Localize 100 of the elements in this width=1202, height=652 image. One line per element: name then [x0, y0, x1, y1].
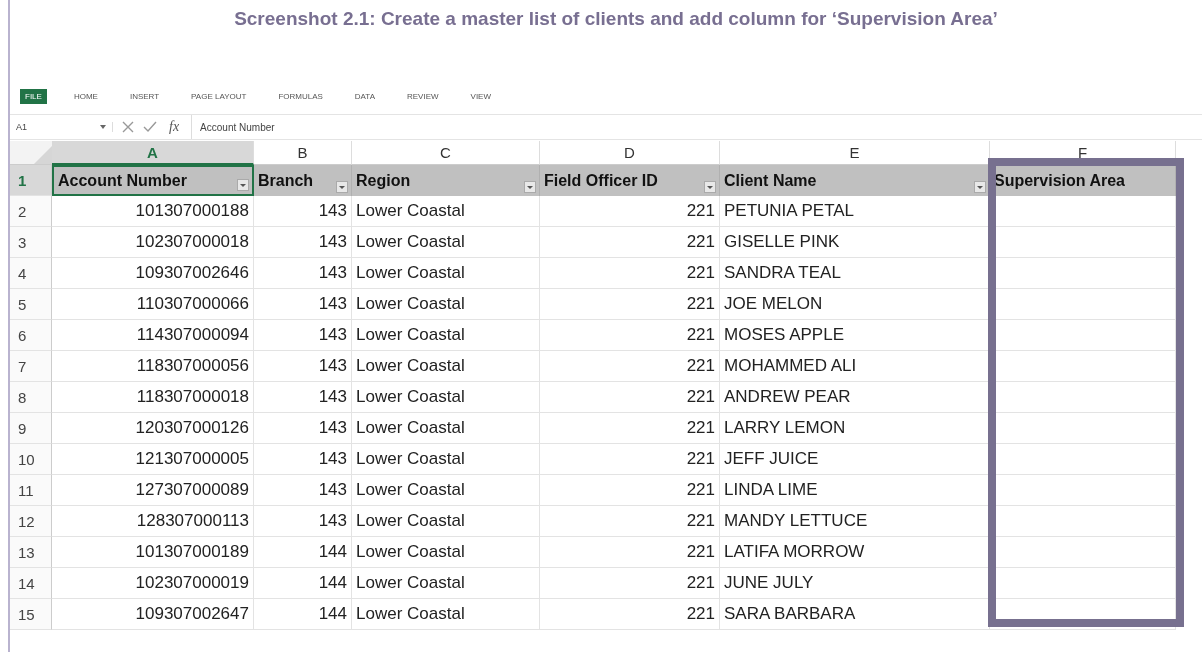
header-cell[interactable]: Region — [352, 165, 540, 196]
table-cell: 102307000018 — [52, 227, 254, 258]
ribbon-tab[interactable]: HOME — [68, 88, 103, 104]
table-cell: 118307000056 — [52, 351, 254, 382]
table-cell: Lower Coastal — [352, 599, 540, 630]
ribbon-tab[interactable]: FILE — [20, 88, 47, 104]
filter-dropdown-icon[interactable] — [974, 181, 986, 193]
table-cell: LINDA LIME — [720, 475, 990, 506]
table-cell: 144 — [254, 599, 352, 630]
cancel-icon[interactable] — [121, 120, 135, 134]
ribbon-tab[interactable]: INSERT — [124, 88, 165, 104]
table-cell: 143 — [254, 382, 352, 413]
table-cell: GISELLE PINK — [720, 227, 990, 258]
row-number[interactable]: 6 — [10, 320, 52, 351]
table-cell: Lower Coastal — [352, 382, 540, 413]
table-cell: 143 — [254, 289, 352, 320]
table-cell: Lower Coastal — [352, 475, 540, 506]
header-label: Region — [356, 171, 411, 190]
ribbon-tab[interactable]: VIEW — [465, 88, 496, 104]
column-header[interactable]: C — [352, 141, 540, 165]
row-number[interactable]: 15 — [10, 599, 52, 630]
table-cell: Lower Coastal — [352, 444, 540, 475]
table-cell: 102307000019 — [52, 568, 254, 599]
formula-input[interactable]: Account Number — [191, 115, 1202, 139]
row-number[interactable]: 13 — [10, 537, 52, 568]
table-cell: 221 — [540, 320, 720, 351]
filter-dropdown-icon[interactable] — [704, 181, 716, 193]
table-cell: Lower Coastal — [352, 289, 540, 320]
ribbon-tab[interactable]: REVIEW — [402, 88, 444, 104]
checkmark-icon[interactable] — [143, 120, 157, 134]
header-cell[interactable]: Field Officer ID — [540, 165, 720, 196]
table-cell: 118307000018 — [52, 382, 254, 413]
table-cell: 110307000066 — [52, 289, 254, 320]
column-header[interactable]: D — [540, 141, 720, 165]
table-cell: 144 — [254, 568, 352, 599]
table-cell: 127307000089 — [52, 475, 254, 506]
row-number[interactable]: 2 — [10, 196, 52, 227]
table-cell: Lower Coastal — [352, 568, 540, 599]
header-cell[interactable]: Account Number — [52, 165, 254, 196]
table-cell: 221 — [540, 568, 720, 599]
table-cell: JUNE JULY — [720, 568, 990, 599]
table-cell: 221 — [540, 506, 720, 537]
row-number[interactable]: 12 — [10, 506, 52, 537]
table-cell: JEFF JUICE — [720, 444, 990, 475]
table-cell: 144 — [254, 537, 352, 568]
table-cell: LATIFA MORROW — [720, 537, 990, 568]
row-number[interactable]: 10 — [10, 444, 52, 475]
row-number[interactable]: 3 — [10, 227, 52, 258]
table-cell: 143 — [254, 475, 352, 506]
column-header[interactable]: A — [52, 141, 254, 165]
header-label: Client Name — [724, 171, 817, 190]
row-number[interactable]: 1 — [10, 165, 52, 196]
table-cell: 109307002646 — [52, 258, 254, 289]
table-cell: 221 — [540, 196, 720, 227]
header-cell[interactable]: Branch — [254, 165, 352, 196]
table-cell: 143 — [254, 258, 352, 289]
header-label: Branch — [258, 171, 314, 190]
table-cell: Lower Coastal — [352, 506, 540, 537]
table-cell: Lower Coastal — [352, 196, 540, 227]
table-cell: SANDRA TEAL — [720, 258, 990, 289]
row-number[interactable]: 9 — [10, 413, 52, 444]
insert-function-button[interactable]: fx — [165, 119, 184, 135]
table-cell: JOE MELON — [720, 289, 990, 320]
header-label: Account Number — [58, 171, 187, 190]
table-cell: 101307000188 — [52, 196, 254, 227]
row-number[interactable]: 7 — [10, 351, 52, 382]
dropdown-icon — [100, 125, 106, 129]
table-cell: Lower Coastal — [352, 351, 540, 382]
table-cell: 221 — [540, 444, 720, 475]
caption: Screenshot 2.1: Create a master list of clients and add column for ‘Supervision Area’ — [233, 7, 999, 31]
filter-dropdown-icon[interactable] — [524, 181, 536, 193]
table-cell: 109307002647 — [52, 599, 254, 630]
table-cell: 221 — [540, 599, 720, 630]
table-cell: 143 — [254, 413, 352, 444]
row-number[interactable]: 8 — [10, 382, 52, 413]
column-header[interactable]: E — [720, 141, 990, 165]
table-cell: Lower Coastal — [352, 537, 540, 568]
table-cell: 143 — [254, 196, 352, 227]
row-number[interactable]: 14 — [10, 568, 52, 599]
name-box[interactable]: A1 — [16, 122, 113, 132]
table-cell: 221 — [540, 475, 720, 506]
ribbon-tab[interactable]: PAGE LAYOUT — [186, 88, 252, 104]
table-cell: 101307000189 — [52, 537, 254, 568]
table-cell: Lower Coastal — [352, 258, 540, 289]
filter-dropdown-icon[interactable] — [336, 181, 348, 193]
header-label: Field Officer ID — [544, 171, 658, 190]
table-cell: 114307000094 — [52, 320, 254, 351]
table-cell: PETUNIA PETAL — [720, 196, 990, 227]
ribbon-tab[interactable]: FORMULAS — [273, 88, 328, 104]
row-number[interactable]: 11 — [10, 475, 52, 506]
row-number[interactable]: 5 — [10, 289, 52, 320]
table-cell: 143 — [254, 227, 352, 258]
table-cell: 143 — [254, 351, 352, 382]
ribbon-tab[interactable]: DATA — [349, 88, 380, 104]
table-cell: 221 — [540, 537, 720, 568]
filter-dropdown-icon[interactable] — [237, 179, 249, 191]
column-header[interactable]: B — [254, 141, 352, 165]
table-cell: MOSES APPLE — [720, 320, 990, 351]
header-cell[interactable]: Client Name — [720, 165, 990, 196]
row-number[interactable]: 4 — [10, 258, 52, 289]
